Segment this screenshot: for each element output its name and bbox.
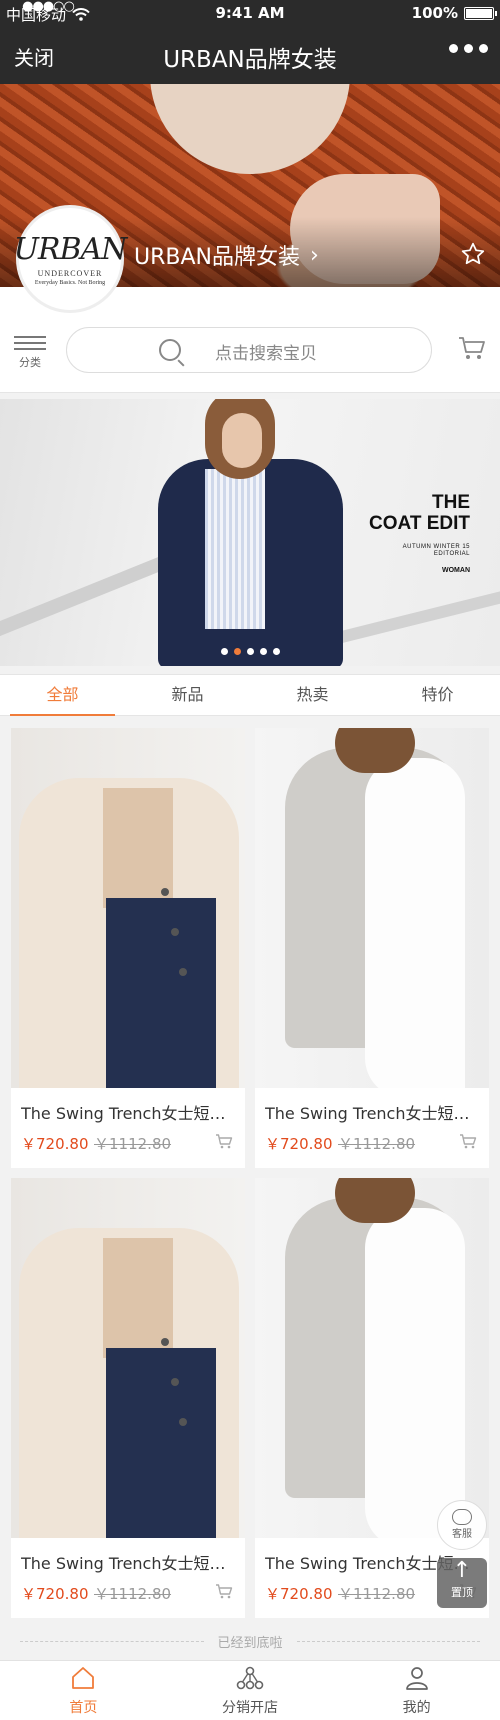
- category-tabs: 全部 新品 热卖 特价: [0, 674, 500, 716]
- product-image[interactable]: [11, 1178, 245, 1538]
- search-icon: [159, 339, 181, 361]
- battery-percent: 100%: [411, 4, 458, 22]
- carousel-dot[interactable]: [259, 648, 267, 655]
- product-card[interactable]: The Swing Trench女士短款风衣 ￥720.80 ￥1112.80: [11, 1178, 245, 1618]
- logo-brand-text: URBAN: [13, 232, 128, 267]
- logo-sub-text: UNDERCOVER: [37, 269, 103, 278]
- carousel-dot[interactable]: [220, 648, 228, 655]
- product-image[interactable]: [255, 1178, 489, 1538]
- search-input[interactable]: 点击搜索宝贝: [66, 327, 432, 373]
- product-image[interactable]: [11, 728, 245, 1088]
- bottom-tab-bar: 首页 分销开店 我的: [0, 1660, 500, 1720]
- banner-photo-neck: [150, 84, 350, 174]
- product-original-price: ￥1112.80: [338, 1135, 416, 1153]
- page-title: URBAN品牌女装: [163, 47, 337, 73]
- promo-carousel[interactable]: THE COAT EDIT AUTUMN WINTER 15 EDITORIAL…: [0, 399, 500, 666]
- home-icon: [0, 1666, 167, 1694]
- customer-service-label: 客服: [452, 1529, 472, 1540]
- carousel-caption: THE COAT EDIT AUTUMN WINTER 15 EDITORIAL…: [369, 492, 470, 574]
- search-placeholder: 点击搜索宝贝: [215, 344, 317, 364]
- add-to-cart-icon[interactable]: [215, 1583, 233, 1599]
- cart-icon[interactable]: [458, 335, 486, 361]
- chat-bubble-icon: [452, 1509, 472, 1525]
- tab-3[interactable]: 特价: [375, 675, 500, 715]
- product-name: The Swing Trench女士短款风衣: [21, 1554, 235, 1573]
- customer-service-button[interactable]: 客服: [437, 1500, 487, 1550]
- end-of-list-text: 已经到底啦: [217, 1635, 283, 1651]
- arrow-up-icon: ↑: [452, 1558, 472, 1583]
- end-of-list: 已经到底啦: [20, 1631, 481, 1651]
- carousel-tag: WOMAN: [442, 567, 470, 574]
- tab-2[interactable]: 热卖: [250, 675, 375, 715]
- carousel-dots[interactable]: [0, 648, 500, 655]
- product-original-price: ￥1112.80: [338, 1585, 416, 1603]
- product-original-price: ￥1112.80: [94, 1135, 172, 1153]
- carousel-dot[interactable]: [272, 648, 280, 655]
- product-card[interactable]: The Swing Trench女士短款风衣 ￥720.80 ￥1112.80: [255, 728, 489, 1168]
- product-card[interactable]: The Swing Trench女士短款风衣 ￥720.80 ￥1112.80: [11, 728, 245, 1168]
- user-icon: [333, 1666, 500, 1694]
- tabbar-item-0[interactable]: 首页: [0, 1661, 167, 1720]
- status-bar: ●●●○○ 中国移动 9:41 AM 100%: [0, 0, 500, 28]
- carousel-subtitle-line2: EDITORIAL: [433, 551, 470, 557]
- carousel-title-line2: COAT EDIT: [369, 513, 470, 534]
- chevron-right-icon: ›: [310, 242, 319, 268]
- add-to-cart-icon[interactable]: [459, 1133, 477, 1149]
- nav-bar: 关闭 URBAN品牌女装: [0, 28, 500, 84]
- product-price: ￥720.80: [265, 1585, 333, 1603]
- carousel-subtitle-line1: AUTUMN WINTER 15: [402, 544, 470, 550]
- carousel-dot[interactable]: [246, 648, 254, 655]
- carousel-dot[interactable]: [233, 648, 241, 655]
- product-name: The Swing Trench女士短款风衣: [21, 1104, 235, 1123]
- product-original-price: ￥1112.80: [94, 1585, 172, 1603]
- product-price: ￥720.80: [21, 1585, 89, 1603]
- tabbar-label: 分销开店: [222, 1700, 278, 1716]
- tab-1[interactable]: 新品: [125, 675, 250, 715]
- category-button[interactable]: 分类: [14, 332, 46, 370]
- tabbar-item-1[interactable]: 分销开店: [167, 1661, 334, 1720]
- carousel-title-line1: THE: [432, 492, 470, 513]
- tabbar-item-2[interactable]: 我的: [333, 1661, 500, 1720]
- battery-icon: [464, 6, 497, 20]
- tabbar-label: 首页: [69, 1700, 98, 1716]
- product-name: The Swing Trench女士短款风衣: [265, 1104, 479, 1123]
- distribution-icon: [167, 1666, 334, 1694]
- add-to-cart-icon[interactable]: [215, 1133, 233, 1149]
- back-to-top-label: 置顶: [451, 1586, 473, 1599]
- star-outline-icon[interactable]: [460, 241, 486, 267]
- shop-logo[interactable]: URBAN UNDERCOVER Everyday Basics. Not Bo…: [13, 205, 128, 313]
- shop-name: URBAN品牌女装: [134, 245, 300, 270]
- back-to-top-button[interactable]: ↑ 置顶: [437, 1558, 487, 1608]
- product-image[interactable]: [255, 728, 489, 1088]
- product-price: ￥720.80: [21, 1135, 89, 1153]
- product-grid: The Swing Trench女士短款风衣 ￥720.80 ￥1112.80 The…: [11, 728, 489, 1618]
- list-icon: [14, 336, 46, 350]
- tab-0[interactable]: 全部: [0, 675, 125, 716]
- product-price: ￥720.80: [265, 1135, 333, 1153]
- logo-tagline: Everyday Basics. Not Boring: [34, 280, 106, 286]
- tabbar-label: 我的: [402, 1700, 431, 1716]
- product-card[interactable]: The Swing Trench女士短款风衣 ￥720.80 ￥1112.80: [255, 1178, 489, 1618]
- category-label: 分类: [19, 356, 41, 369]
- more-dots-icon[interactable]: [449, 44, 488, 53]
- shop-name-link[interactable]: URBAN品牌女装 ›: [134, 239, 319, 271]
